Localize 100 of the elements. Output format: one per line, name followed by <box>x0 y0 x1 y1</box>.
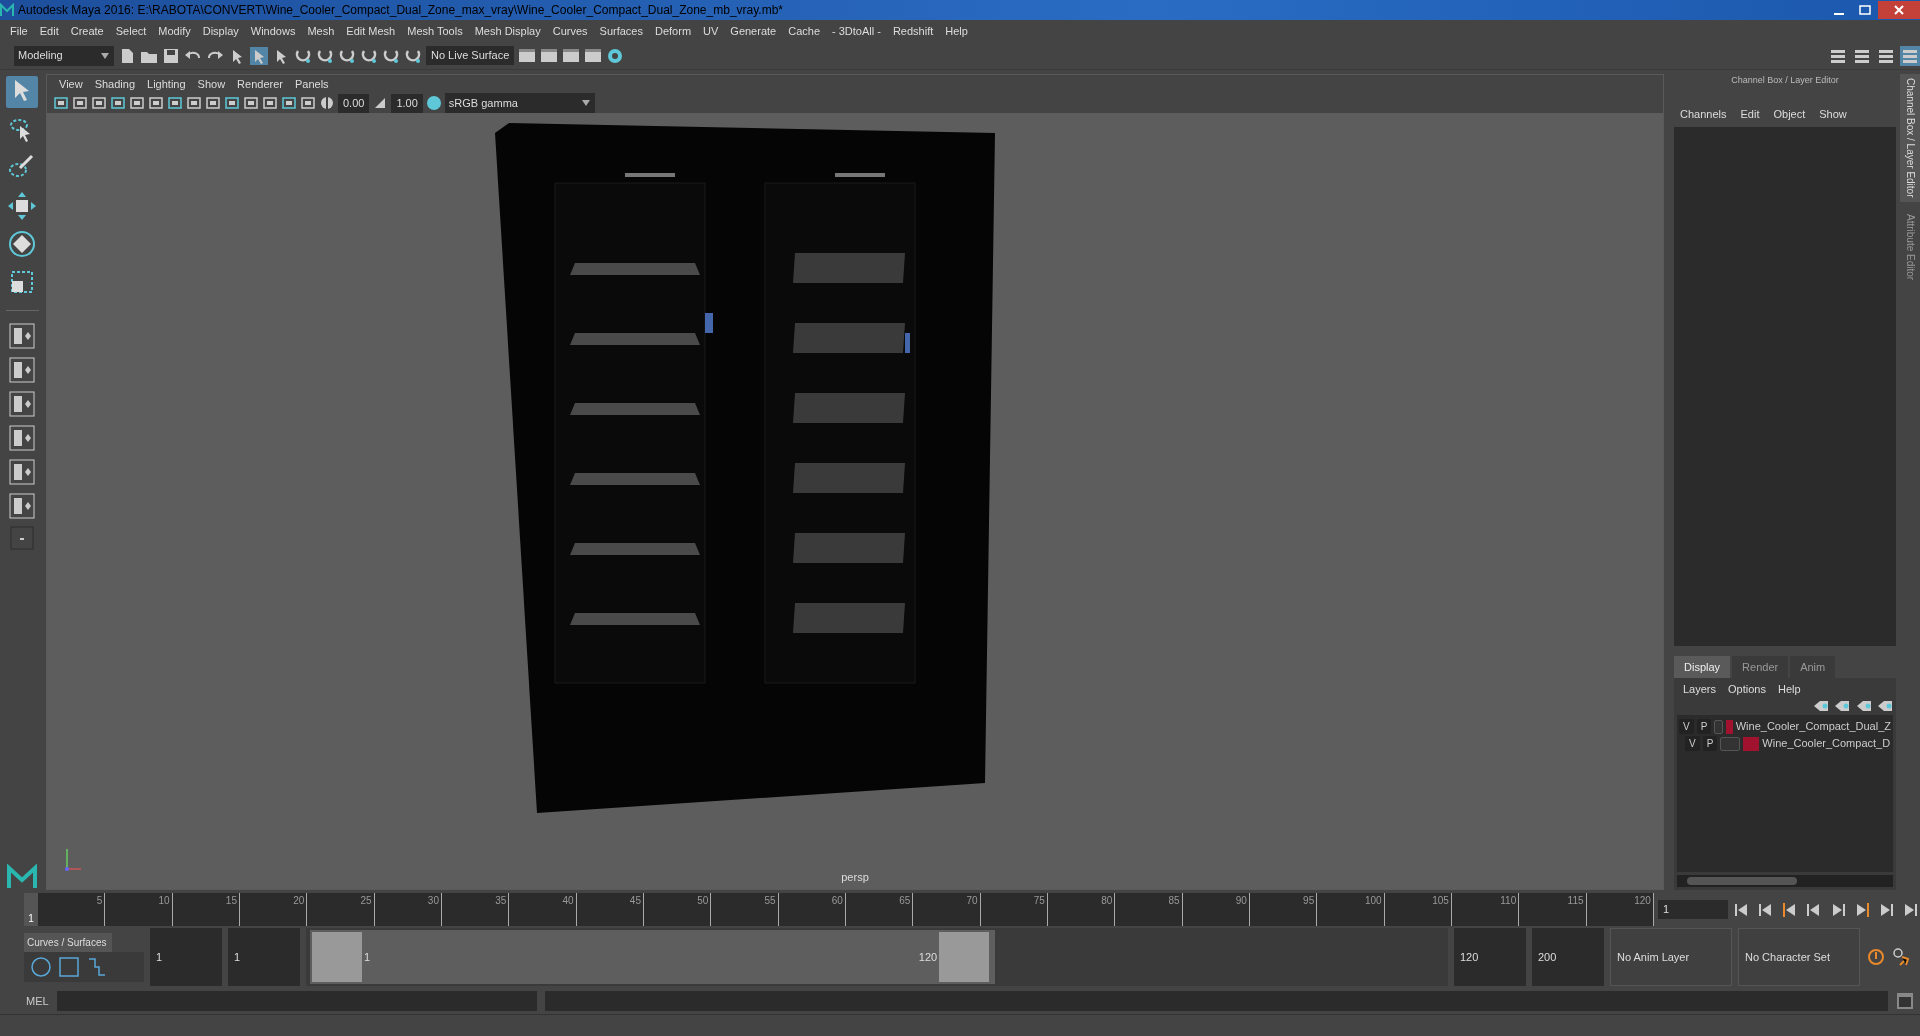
menu-item[interactable]: Help <box>939 22 974 40</box>
display-type-toggle[interactable] <box>1720 736 1741 751</box>
menu-item[interactable]: Cache <box>782 22 826 40</box>
layer-menu-item[interactable]: Help <box>1771 681 1807 698</box>
channel-box-icon[interactable] <box>1900 45 1920 66</box>
viewport[interactable]: persp <box>47 113 1663 889</box>
menu-item[interactable]: Create <box>64 22 110 40</box>
start-time-field[interactable]: 1 <box>150 928 222 986</box>
panel-menu-item[interactable]: Lighting <box>141 75 192 93</box>
menu-item[interactable]: Surfaces <box>593 22 649 40</box>
shelf-tab[interactable]: Curves / Surfaces <box>24 932 112 952</box>
visibility-toggle[interactable]: V <box>1679 719 1694 734</box>
move-layer-up-icon[interactable] <box>1812 700 1829 713</box>
layer-color-swatch[interactable] <box>1743 736 1760 751</box>
panel-menu-item[interactable]: Renderer <box>231 75 289 93</box>
visibility-toggle[interactable]: V <box>1685 736 1700 751</box>
color-space-dropdown[interactable]: sRGB gamma <box>444 93 595 113</box>
frame-tick-label: 100 <box>1364 893 1385 926</box>
menu-item[interactable]: Generate <box>724 22 783 40</box>
menu-item[interactable]: Curves <box>546 22 594 40</box>
gamma-field[interactable]: 1.00 <box>391 93 423 113</box>
move-tool-button[interactable] <box>6 190 38 222</box>
menu-item[interactable]: Windows <box>244 22 302 40</box>
layer-color-swatch[interactable] <box>1726 719 1733 734</box>
frame-tick-label: 50 <box>697 893 712 926</box>
layer-name[interactable]: Wine_Cooler_Compact_D <box>1762 735 1891 752</box>
channel-box-menu-item[interactable]: Channels <box>1674 106 1733 123</box>
menu-item[interactable]: Redshift <box>886 22 940 40</box>
panel-menu-item[interactable]: View <box>53 75 89 93</box>
single-view-layout-icon[interactable] <box>8 322 36 350</box>
color-management-toggle-icon[interactable] <box>425 95 442 111</box>
square-curve-icon[interactable] <box>58 955 80 978</box>
move-layer-down-icon[interactable] <box>1834 700 1850 713</box>
end-time-field[interactable]: 200 <box>1532 928 1604 986</box>
close-icon[interactable] <box>1878 1 1920 19</box>
new-layer-from-selection-icon[interactable] <box>1877 700 1893 713</box>
layer-menu-item[interactable]: Layers <box>1677 681 1723 698</box>
menu-item[interactable]: Mesh <box>301 22 341 40</box>
range-start-handle[interactable] <box>312 932 362 982</box>
frame-tick-label: 45 <box>629 893 644 926</box>
playback-toggle[interactable]: P <box>1696 719 1712 734</box>
time-slider[interactable]: 1 5 10 15 20 25 30 35 40 45 50 55 60 65 70 75 80 85 90 95 100 105 110 115 120 <box>24 893 1654 926</box>
current-frame-marker[interactable]: 1 <box>24 893 38 926</box>
menu-item[interactable]: Display <box>196 22 245 40</box>
display-type-toggle[interactable] <box>1714 719 1724 734</box>
menu-item[interactable]: Edit Mesh <box>340 22 402 40</box>
frame-tick-label: 75 <box>1033 893 1048 926</box>
select-object-icon[interactable] <box>250 46 268 65</box>
select-tool-button[interactable] <box>6 76 38 108</box>
panel-menu-item[interactable]: Show <box>191 75 232 93</box>
menu-item[interactable]: Deform <box>649 22 698 40</box>
layer-menu-item[interactable]: Options <box>1722 681 1772 698</box>
script-editor-icon[interactable] <box>1896 992 1914 1010</box>
channel-box-menu-item[interactable]: Edit <box>1734 106 1766 123</box>
auto-key-icon[interactable] <box>1866 947 1886 967</box>
animation-preferences-icon[interactable] <box>1892 947 1912 967</box>
horizontal-scrollbar[interactable] <box>1677 875 1893 887</box>
playback-end-field[interactable]: 120 <box>1454 928 1526 986</box>
menu-item[interactable]: Modify <box>152 22 197 40</box>
menu-set-dropdown[interactable]: Modeling <box>14 45 114 66</box>
panel-menu-item[interactable]: Shading <box>88 75 142 93</box>
menu-item[interactable]: Mesh Display <box>468 22 547 40</box>
menu-item[interactable]: File <box>4 22 34 40</box>
render-view-icon[interactable] <box>518 46 537 65</box>
range-end-handle[interactable] <box>939 932 990 982</box>
frame-tick-label: 85 <box>1168 893 1183 926</box>
menu-item[interactable]: Select <box>109 22 153 40</box>
frame-tick-label: 105 <box>1432 893 1452 926</box>
side-tab[interactable]: Channel Box / Layer Editor <box>1900 74 1920 202</box>
new-layer-icon[interactable] <box>1855 700 1872 713</box>
circle-curve-icon[interactable] <box>30 955 52 978</box>
menu-item[interactable]: - 3DtoAll - <box>826 22 887 40</box>
maya-logo-icon <box>0 3 14 17</box>
anim-layer-dropdown[interactable]: No Anim Layer <box>1610 928 1732 986</box>
menu-item[interactable]: UV <box>697 22 725 40</box>
menu-item[interactable]: Edit <box>33 22 65 40</box>
current-frame-field[interactable]: 1 <box>1658 900 1728 919</box>
exposure-field[interactable]: 0.00 <box>338 93 370 113</box>
frame-tick-label: 5 <box>96 893 106 926</box>
command-language-label[interactable]: MEL <box>26 992 49 1010</box>
playback-start-field[interactable]: 1 <box>228 928 300 986</box>
command-input-field[interactable] <box>56 991 537 1011</box>
live-surface-field[interactable]: No Live Surface <box>426 46 515 65</box>
playback-toggle[interactable]: P <box>1702 736 1718 751</box>
channel-box-menu-item[interactable]: Object <box>1767 106 1812 123</box>
exposure-icon[interactable] <box>319 95 335 111</box>
channel-box-menu-item[interactable]: Show <box>1813 106 1853 123</box>
panel-menu-item[interactable]: Panels <box>288 75 335 93</box>
frame-tick-label: 95 <box>1303 893 1318 926</box>
character-set-dropdown[interactable]: No Character Set <box>1738 928 1860 986</box>
layer-tab[interactable]: Render <box>1732 655 1789 678</box>
menu-item[interactable]: Mesh Tools <box>401 22 469 40</box>
frame-tick-label: 15 <box>225 893 240 926</box>
cv-curve-icon[interactable] <box>86 955 108 978</box>
layer-name[interactable]: Wine_Cooler_Compact_Dual_Z <box>1735 718 1891 735</box>
layer-tab[interactable]: Display <box>1674 655 1731 678</box>
hypershade-icon[interactable] <box>606 46 625 65</box>
layer-tab[interactable]: Anim <box>1790 655 1836 678</box>
save-icon[interactable] <box>162 46 180 65</box>
rotate-tool-button[interactable] <box>6 228 38 260</box>
